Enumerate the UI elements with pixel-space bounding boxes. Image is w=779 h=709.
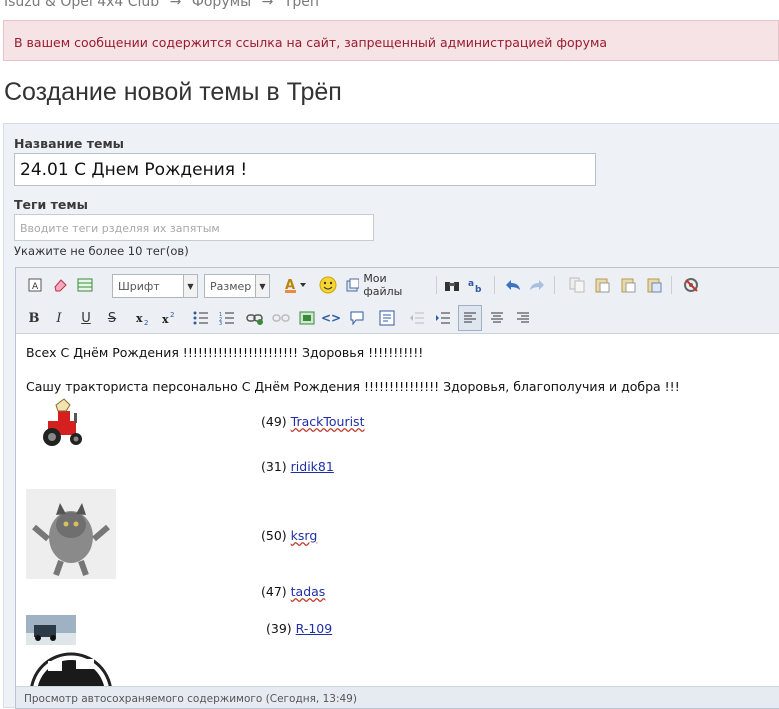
toolbar-divider (494, 276, 495, 294)
strikethrough-button[interactable]: S (104, 308, 120, 328)
underline-button[interactable]: U (78, 308, 94, 328)
badge-image (26, 649, 116, 686)
svg-text:2: 2 (144, 319, 148, 326)
numbered-list-icon[interactable]: 123 (218, 308, 236, 328)
align-right-icon[interactable] (514, 308, 532, 328)
chevron-down-icon: ▼ (183, 275, 197, 297)
new-topic-form: Название темы 24.01 С Днем Рождения ! Те… (3, 123, 779, 709)
breadcrumb-separator: → (169, 0, 182, 10)
user-link[interactable]: ridik81 (291, 459, 334, 474)
breadcrumb-current[interactable]: Трёп (284, 0, 319, 10)
svg-text:2: 2 (170, 311, 174, 319)
font-select[interactable]: Шрифт ▼ (112, 274, 198, 298)
topic-title-label: Название темы (14, 136, 124, 151)
paste-text-icon[interactable] (619, 275, 637, 295)
table-icon[interactable] (76, 275, 94, 295)
unlink-icon[interactable] (272, 308, 290, 328)
user-row: (39) R-109 (266, 621, 332, 636)
error-message: В вашем сообщении содержится ссылка на с… (3, 20, 779, 61)
kitten-image (26, 489, 116, 579)
editor-content[interactable]: Всех С Днём Рождения !!!!!!!!!!!!!!!!!!!… (16, 335, 779, 686)
code-icon[interactable]: <> (321, 308, 341, 328)
bold-button[interactable]: B (26, 308, 42, 328)
italic-button[interactable]: I (51, 308, 67, 328)
my-files-label: Мои файлы (363, 272, 403, 298)
svg-text:a: a (468, 279, 474, 289)
link-icon[interactable] (246, 308, 264, 328)
breadcrumb-forums[interactable]: Форумы (192, 0, 251, 10)
user-row: (31) ridik81 (261, 459, 334, 474)
settings-icon[interactable] (682, 275, 700, 295)
remove-format-icon[interactable]: A (26, 275, 44, 295)
topic-tags-label: Теги темы (14, 197, 88, 212)
bulleted-list-icon[interactable] (192, 308, 210, 328)
post-editor: A Шрифт ▼ Размер ▼ A Мои файлы a b B I U… (15, 267, 779, 709)
user-row: (47) tadas (261, 584, 325, 599)
tags-hint: Укажите не более 10 тег(ов) (14, 244, 189, 258)
user-link[interactable]: tadas (291, 584, 326, 599)
post-line: Всех С Днём Рождения !!!!!!!!!!!!!!!!!!!… (26, 345, 424, 360)
indent-icon[interactable] (434, 308, 452, 328)
paste-word-icon[interactable] (645, 275, 663, 295)
user-link[interactable]: R-109 (296, 621, 333, 636)
svg-text:x: x (136, 312, 143, 325)
redo-icon[interactable] (528, 275, 546, 295)
spoiler-icon[interactable] (378, 308, 396, 328)
size-select-label: Размер (210, 280, 252, 293)
user-count: (49) (261, 414, 287, 429)
copy-icon[interactable] (568, 275, 586, 295)
svg-text:b: b (475, 285, 482, 293)
paste-icon[interactable] (593, 275, 611, 295)
svg-text:3: 3 (219, 321, 222, 325)
image-icon[interactable] (298, 308, 316, 328)
subscript-icon[interactable]: x2 (134, 308, 152, 328)
svg-text:x: x (162, 313, 169, 326)
align-left-icon[interactable] (458, 305, 482, 331)
text-color-icon[interactable]: A (284, 275, 310, 295)
user-count: (31) (261, 459, 287, 474)
user-row: (50) ksrg (261, 528, 317, 543)
outdent-icon[interactable] (408, 308, 426, 328)
smiley-icon[interactable] (318, 275, 338, 295)
breadcrumb-separator: → (261, 0, 274, 10)
post-line: Сашу тракториста персонально С Днём Рожд… (26, 379, 680, 394)
toolbar-divider (436, 276, 437, 294)
undo-icon[interactable] (504, 275, 522, 295)
my-files-button[interactable]: Мои файлы (346, 272, 426, 298)
user-count: (39) (266, 621, 292, 636)
eraser-icon[interactable] (51, 275, 69, 295)
toolbar-divider (671, 276, 672, 294)
user-link[interactable]: TrackTourist (291, 414, 365, 429)
align-center-icon[interactable] (488, 308, 506, 328)
svg-text:A: A (32, 282, 39, 292)
editor-toolbar-top: A Шрифт ▼ Размер ▼ A Мои файлы a b (16, 268, 779, 302)
car-photo (26, 615, 76, 645)
binoculars-icon[interactable] (443, 275, 461, 295)
breadcrumb: Isuzu & Opel 4x4 Club → Форумы → Трёп (4, 0, 325, 12)
user-count: (47) (261, 584, 287, 599)
tractor-image (36, 397, 90, 451)
topic-tags-input[interactable]: Вводите теги рзделяя их запятым (14, 214, 374, 241)
quote-icon[interactable] (348, 308, 366, 328)
size-select[interactable]: Размер ▼ (204, 274, 270, 298)
editor-toolbar-bottom: B I U S x2 x2 123 <> (16, 302, 779, 334)
font-select-label: Шрифт (118, 280, 160, 293)
autosave-status[interactable]: Просмотр автосохраняемого содержимого (С… (16, 686, 779, 708)
superscript-icon[interactable]: x2 (160, 308, 178, 328)
chevron-down-icon: ▼ (255, 275, 269, 297)
user-count: (50) (261, 528, 287, 543)
user-row: (49) TrackTourist (261, 414, 364, 429)
toolbar-divider (554, 276, 555, 294)
user-link[interactable]: ksrg (291, 528, 318, 543)
page-title: Создание новой темы в Трёп (4, 78, 342, 106)
topic-title-input[interactable]: 24.01 С Днем Рождения ! (14, 153, 596, 186)
breadcrumb-home[interactable]: Isuzu & Opel 4x4 Club (4, 0, 159, 10)
replace-icon[interactable]: ab (467, 275, 485, 295)
